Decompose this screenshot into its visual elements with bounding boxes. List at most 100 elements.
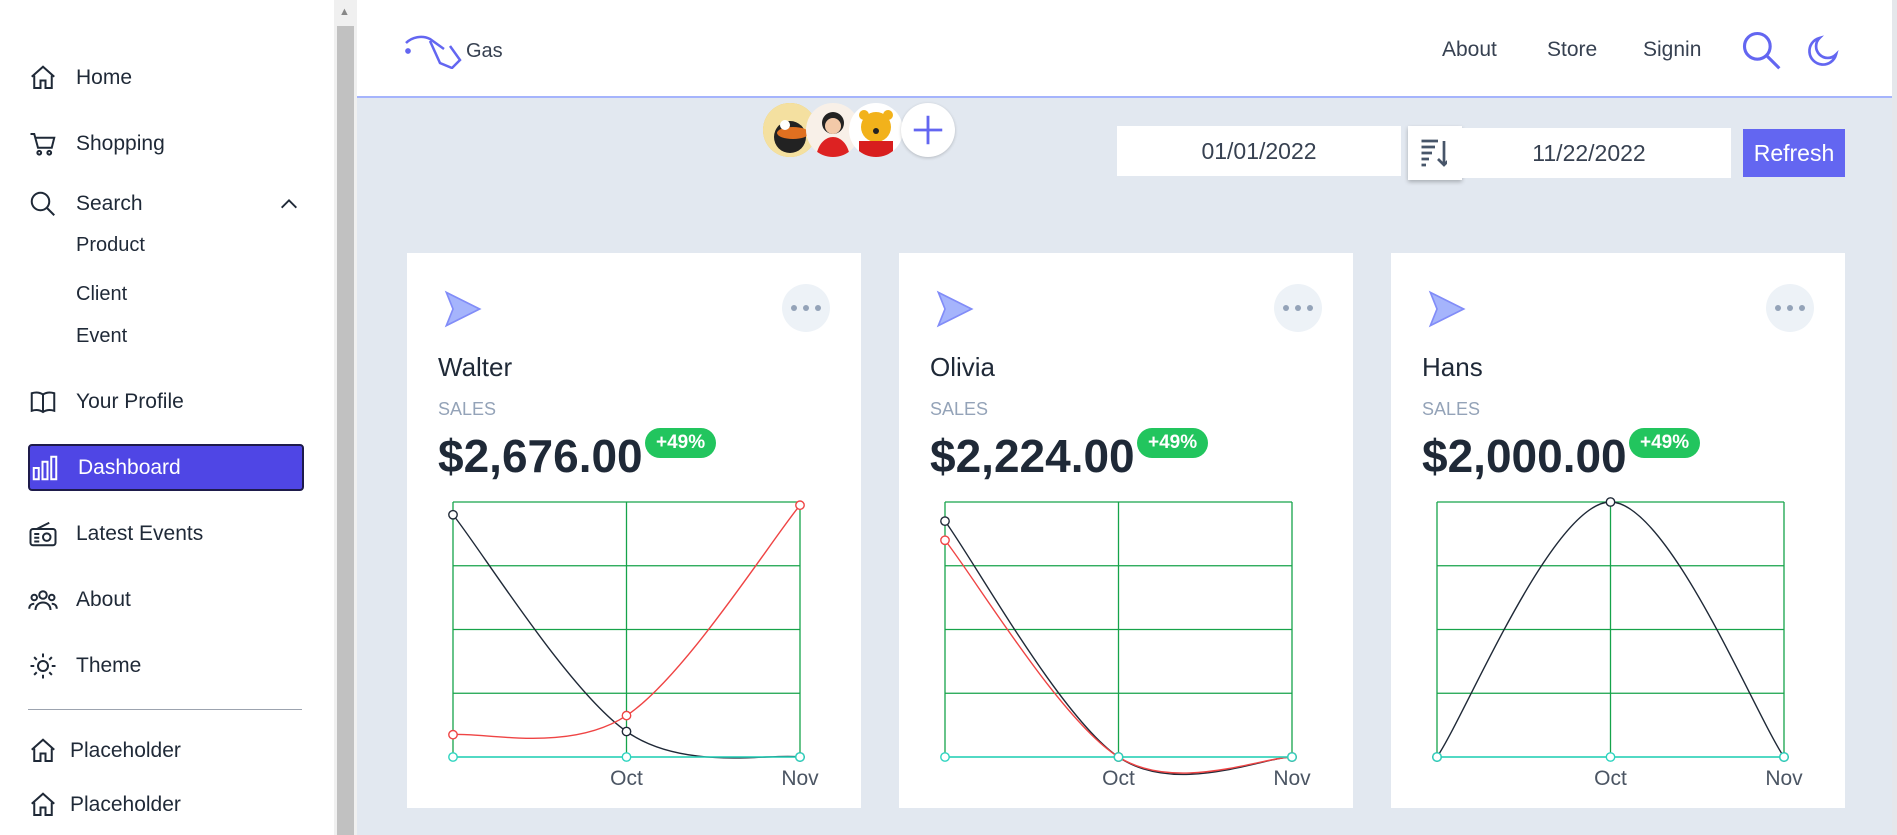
data-point [621, 752, 632, 762]
more-options-button[interactable] [782, 284, 830, 332]
sidebar-item-latest-events[interactable]: Latest Events [28, 511, 304, 557]
sales-chart: Oct Nov [940, 501, 1311, 790]
send-icon [1428, 290, 1466, 328]
sidebar-item-placeholder-1[interactable]: Placeholder [28, 728, 304, 774]
scroll-up-arrow-icon[interactable]: ▲ [339, 6, 350, 18]
chevron-up-icon[interactable] [278, 193, 300, 215]
sidebar-item-label: Home [76, 66, 133, 89]
data-point [1779, 752, 1789, 762]
sidebar-item-label: Latest Events [76, 522, 204, 545]
data-point [1113, 752, 1124, 762]
growth-badge: +49% [1137, 428, 1209, 458]
data-point [1605, 497, 1616, 507]
sidebar-item-search[interactable]: Search [28, 181, 304, 227]
sales-card-olivia: Olivia SALES $2,224.00 +49% Oct Nov [899, 253, 1353, 808]
sidebar-item-label: Shopping [76, 132, 165, 155]
sidebar-item-label: Placeholder [70, 793, 181, 816]
card-label: SALES [1422, 399, 1481, 419]
sidebar-item-home[interactable]: Home [28, 55, 304, 101]
data-point [1287, 752, 1297, 762]
more-options-button[interactable] [1766, 284, 1814, 332]
ellipsis-icon [791, 305, 821, 311]
radio-icon [29, 521, 57, 547]
add-avatar-button[interactable] [901, 103, 955, 157]
sidebar-subitem-product[interactable]: Product [76, 234, 145, 257]
date-to-input[interactable] [1447, 128, 1731, 178]
data-point [940, 516, 950, 527]
sales-chart: Oct Nov [448, 500, 819, 790]
main-content: Gas About Store Signin - Refresh Walter … [357, 0, 1897, 835]
refresh-button[interactable]: Refresh [1743, 129, 1845, 177]
search-icon[interactable] [1739, 28, 1783, 72]
x-tick-label: Oct [610, 767, 643, 790]
plus-icon [913, 115, 943, 145]
x-tick-label: Oct [1102, 767, 1135, 790]
card-name: Hans [1422, 352, 1483, 382]
sidebar-subitem-event[interactable]: Event [76, 325, 127, 348]
book-icon [30, 391, 56, 414]
card-label: SALES [930, 399, 989, 419]
more-options-button[interactable] [1274, 284, 1322, 332]
card-label: SALES [438, 399, 497, 419]
sales-card-hans: Hans SALES $2,000.00 +49% Oct Nov [1391, 253, 1845, 808]
avatar-daffy[interactable] [308, 103, 362, 157]
data-point [621, 710, 632, 721]
data-point [1432, 752, 1442, 762]
search-icon [30, 191, 55, 216]
moon-icon[interactable] [1806, 32, 1842, 68]
sidebar: Home Shopping Search Product Client Even… [0, 0, 334, 835]
data-point [940, 535, 950, 546]
send-icon [936, 290, 974, 328]
x-tick-label: Nov [781, 767, 819, 790]
card-amount: $2,676.00 [438, 430, 643, 482]
growth-badge: +49% [1629, 428, 1701, 458]
home-icon [31, 792, 55, 816]
fuel-nozzle-icon[interactable] [403, 33, 463, 69]
sales-card-walter: Walter SALES $2,676.00 +49% Oct Nov [407, 253, 861, 808]
cart-icon [30, 133, 56, 156]
sidebar-subitem-client[interactable]: Client [76, 283, 127, 306]
sun-icon [30, 653, 56, 679]
logo-text[interactable]: Gas [466, 40, 503, 63]
data-point [795, 752, 805, 762]
sidebar-item-label: Search [76, 192, 143, 215]
date-from-input[interactable] [1117, 126, 1401, 176]
sidebar-item-label: About [76, 588, 131, 611]
avatar[interactable] [849, 103, 903, 157]
sales-chart: Oct Nov [1432, 497, 1803, 790]
sidebar-item-label: Your Profile [76, 390, 184, 413]
ellipsis-icon [1775, 305, 1805, 311]
card-amount: $2,224.00 [930, 430, 1135, 482]
users-icon [28, 590, 58, 611]
data-point [448, 729, 458, 740]
x-tick-label: Nov [1765, 767, 1803, 790]
sidebar-item-placeholder-2[interactable]: Placeholder [28, 782, 304, 828]
bar-chart-icon [32, 455, 58, 480]
send-icon [444, 290, 482, 328]
sidebar-item-label: Dashboard [78, 455, 181, 479]
nav-link-signin[interactable]: Signin [1643, 38, 1701, 62]
nav-link-about[interactable]: About [1442, 38, 1497, 62]
home-icon [31, 65, 55, 89]
card-amount: $2,000.00 [1422, 430, 1627, 482]
data-point [795, 500, 805, 511]
sidebar-item-about[interactable]: About [28, 577, 304, 623]
sidebar-item-your-profile[interactable]: Your Profile [28, 379, 304, 425]
card-name: Walter [438, 352, 513, 382]
x-tick-label: Nov [1273, 767, 1311, 790]
sidebar-item-label: Placeholder [70, 739, 181, 762]
sidebar-item-dashboard[interactable]: Dashboard [28, 444, 304, 491]
avatar-image [849, 103, 903, 157]
growth-badge: +49% [645, 428, 717, 458]
sidebar-item-shopping[interactable]: Shopping [28, 121, 304, 167]
data-point [1605, 752, 1616, 762]
sidebar-item-theme[interactable]: Theme [28, 643, 304, 689]
nav-link-store[interactable]: Store [1547, 38, 1597, 62]
page-scrollbar[interactable] [1892, 0, 1897, 835]
sidebar-item-label: Theme [76, 654, 142, 677]
home-icon [31, 738, 55, 762]
data-point [448, 752, 458, 762]
data-point [940, 752, 950, 762]
sidebar-divider [28, 709, 302, 710]
data-point [621, 726, 632, 737]
